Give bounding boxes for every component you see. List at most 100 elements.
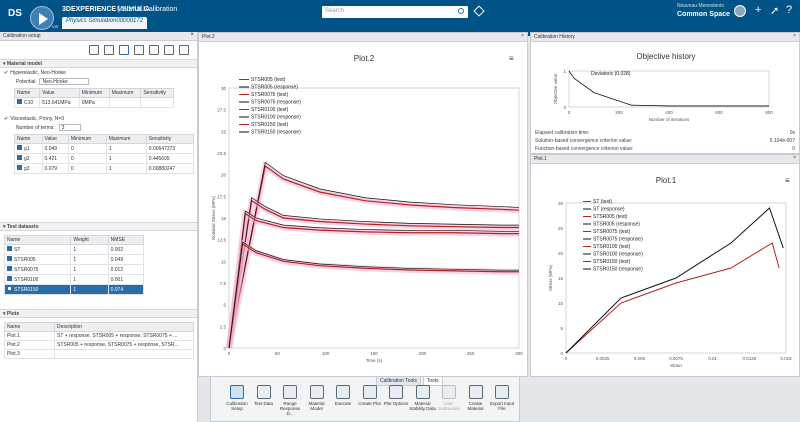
compass-icon[interactable]: V.R <box>30 6 58 30</box>
y-axis-label: Nominal Stress (MPa) <box>211 195 216 240</box>
x-tick-label: 300 <box>515 351 523 356</box>
checkbox[interactable] <box>7 266 12 271</box>
potential-select[interactable]: Neo-Hooke <box>39 78 90 85</box>
checkbox[interactable] <box>7 286 12 291</box>
data-icon[interactable] <box>104 45 114 55</box>
checkbox[interactable] <box>7 276 12 281</box>
avatar[interactable] <box>734 5 746 17</box>
x-axis-label: Number of iterations <box>649 117 690 122</box>
plot2-tab[interactable]: Plot.2 × <box>199 33 527 42</box>
table-row[interactable]: Plot.2 STSR005 + response, STSR0075 + res… <box>4 340 194 350</box>
tool-label: Plot Options <box>383 401 409 406</box>
check-icon: ✔ <box>4 115 9 122</box>
history-chart[interactable]: Objective history 1 00 200 400 600 800 Number o… <box>531 43 800 129</box>
legend-entry: STSR0075 (response) <box>593 237 643 243</box>
table-row[interactable]: g1 0.049 0 1 0.00647373 <box>14 143 195 154</box>
tool-create-material[interactable]: Create Material <box>462 385 490 411</box>
table-row[interactable]: STSR005 1 0.049 <box>3 254 145 265</box>
table-row[interactable]: Plot.3 <box>4 349 194 359</box>
legend-entry: STSR0075 (test) <box>251 92 289 98</box>
checkbox[interactable] <box>17 145 22 150</box>
legend-entry: STSR0100 (test) <box>251 107 289 113</box>
plots-table: Name Description Plot.1 ST + response, STS… <box>4 322 194 359</box>
tag-icon[interactable] <box>473 5 485 17</box>
terms-stepper[interactable]: 3 <box>58 124 81 131</box>
share-icon[interactable]: ➚ <box>770 4 779 17</box>
history-tab[interactable]: Calibration History × <box>531 33 799 42</box>
chart-icon[interactable] <box>149 45 159 55</box>
tool-material-stability-data[interactable]: Material Stability Data <box>409 385 437 411</box>
tool-test-data[interactable]: Test Data <box>250 385 278 406</box>
table-row[interactable]: C10 513.641MPa 0MPa <box>13 97 174 108</box>
tab-physics-simulation[interactable]: Physics Simulation00000172 <box>62 17 148 29</box>
close-icon[interactable]: × <box>190 32 194 38</box>
y-tick-label: 20 <box>558 251 564 256</box>
collab-space[interactable]: Common Space <box>677 11 730 18</box>
tool-label: Create Material <box>467 401 484 411</box>
tool-calibration-setup[interactable]: Calibration Setup <box>223 385 251 411</box>
legend-entry: STSR0100 (response) <box>593 252 643 258</box>
close-icon[interactable]: × <box>793 33 796 39</box>
visco-table: Name Value Minimum Maximum Sensitivity g1 0.0… <box>14 134 195 174</box>
tool-range-response-d-[interactable]: Range Response D... <box>276 385 304 416</box>
table-icon[interactable] <box>164 45 174 55</box>
tool-execute[interactable]: Execute <box>329 385 357 406</box>
test-datasets-section[interactable]: ▾ Test datasets <box>0 222 197 231</box>
calibration-tools-bar: Calibration Tools Tools Calibration Setu… <box>210 376 520 422</box>
close-icon[interactable]: × <box>521 33 524 39</box>
tool-create-plot[interactable]: Create Plot <box>356 385 384 406</box>
plot1-chart[interactable]: Plot.1 ≡ 30 25 20 15 10 5 00 0.0025 0.005 0.0075 0.0… <box>531 165 800 378</box>
material-model-section[interactable]: ▾ Material model <box>0 59 197 68</box>
y-tick-label: 17.5 <box>217 194 226 199</box>
table-row[interactable]: STSR0100 1 0.001 <box>3 274 145 285</box>
tool-icon <box>415 385 430 399</box>
x-axis-label: Time (s) <box>366 358 383 363</box>
calibration-setup-panel: Calibration setup × ▾ Material model ✔ Hyp… <box>0 32 198 422</box>
tool-plot-options[interactable]: Plot Options <box>382 385 410 406</box>
close-icon[interactable]: × <box>793 155 796 161</box>
visco-heading[interactable]: ✔ Viscoelastic, Prony, N=3 <box>0 114 197 123</box>
checkbox[interactable] <box>7 256 12 261</box>
plot1-tab[interactable]: Plot.1 × <box>531 155 799 164</box>
plot2-chart[interactable]: Plot.2 ≡ 30 27.5 25 22.5 20 17.5 15 12.5 10 7.5 5 2.5… <box>199 43 529 378</box>
y-tick-label: 12.5 <box>217 238 226 243</box>
plot2-panel: Plot.2 × Plot.2 ≡ 30 27.5 25 22.5 20 17.5 15 12.5 1… <box>198 32 528 377</box>
tool-icon <box>495 385 509 399</box>
table-row[interactable]: STSR0150 1 0.074 <box>3 284 145 295</box>
kv-row: Elapsed calibration time: 0s <box>535 130 795 136</box>
table-row[interactable]: g3 0.079 0 1 0.00880247 <box>14 163 195 174</box>
legend-entry: STSR0075 (response) <box>251 100 301 106</box>
app-title: Material Calibration <box>117 6 178 13</box>
tool-export-input-file[interactable]: Export Input File <box>488 385 516 411</box>
tool-user-subroutine[interactable]: User Subroutine <box>435 385 463 411</box>
play-icon[interactable] <box>134 45 144 55</box>
plot-options-icon[interactable] <box>179 45 189 55</box>
plus-icon[interactable]: + <box>755 4 761 16</box>
checkbox[interactable] <box>17 99 22 104</box>
model-icon[interactable] <box>89 45 99 55</box>
checkbox[interactable] <box>17 165 22 170</box>
table-row[interactable]: ST 1 0.002 <box>3 244 145 255</box>
y-tick-label: 1 <box>563 69 566 74</box>
search-input[interactable]: Search <box>322 6 468 18</box>
tool-material-model[interactable]: Material Model <box>303 385 331 411</box>
y-axis-label: Stress (MPa) <box>548 264 553 291</box>
plots-section[interactable]: ▾ Plots <box>0 309 197 318</box>
hyper-heading[interactable]: ✔ Hyperelastic, Neo-Hooke <box>0 68 197 77</box>
sphere-icon[interactable] <box>119 45 129 55</box>
checkbox[interactable] <box>7 246 12 251</box>
y-tick-label: 2.5 <box>220 324 227 329</box>
table-row[interactable]: STSR0075 1 0.012 <box>3 264 145 275</box>
legend-entry: STSR0150 (test) <box>251 122 289 128</box>
ds-logo[interactable]: DS <box>8 8 22 22</box>
x-tick-label: 0 <box>565 356 568 361</box>
y-axis-label: Objective value <box>553 73 558 104</box>
legend-entry: STSR0150 (response) <box>593 267 643 273</box>
help-icon[interactable]: ? <box>786 4 792 16</box>
checkbox[interactable] <box>17 155 22 160</box>
table-row[interactable]: Plot.1 ST + response, STSR005 + response,… <box>4 331 194 341</box>
tool-label: Export Input File <box>489 401 515 411</box>
table-row[interactable]: g2 0.421 0 1 0.445605 <box>14 153 195 164</box>
search-icon[interactable] <box>458 8 464 14</box>
x-tick-label: 800 <box>765 110 773 115</box>
